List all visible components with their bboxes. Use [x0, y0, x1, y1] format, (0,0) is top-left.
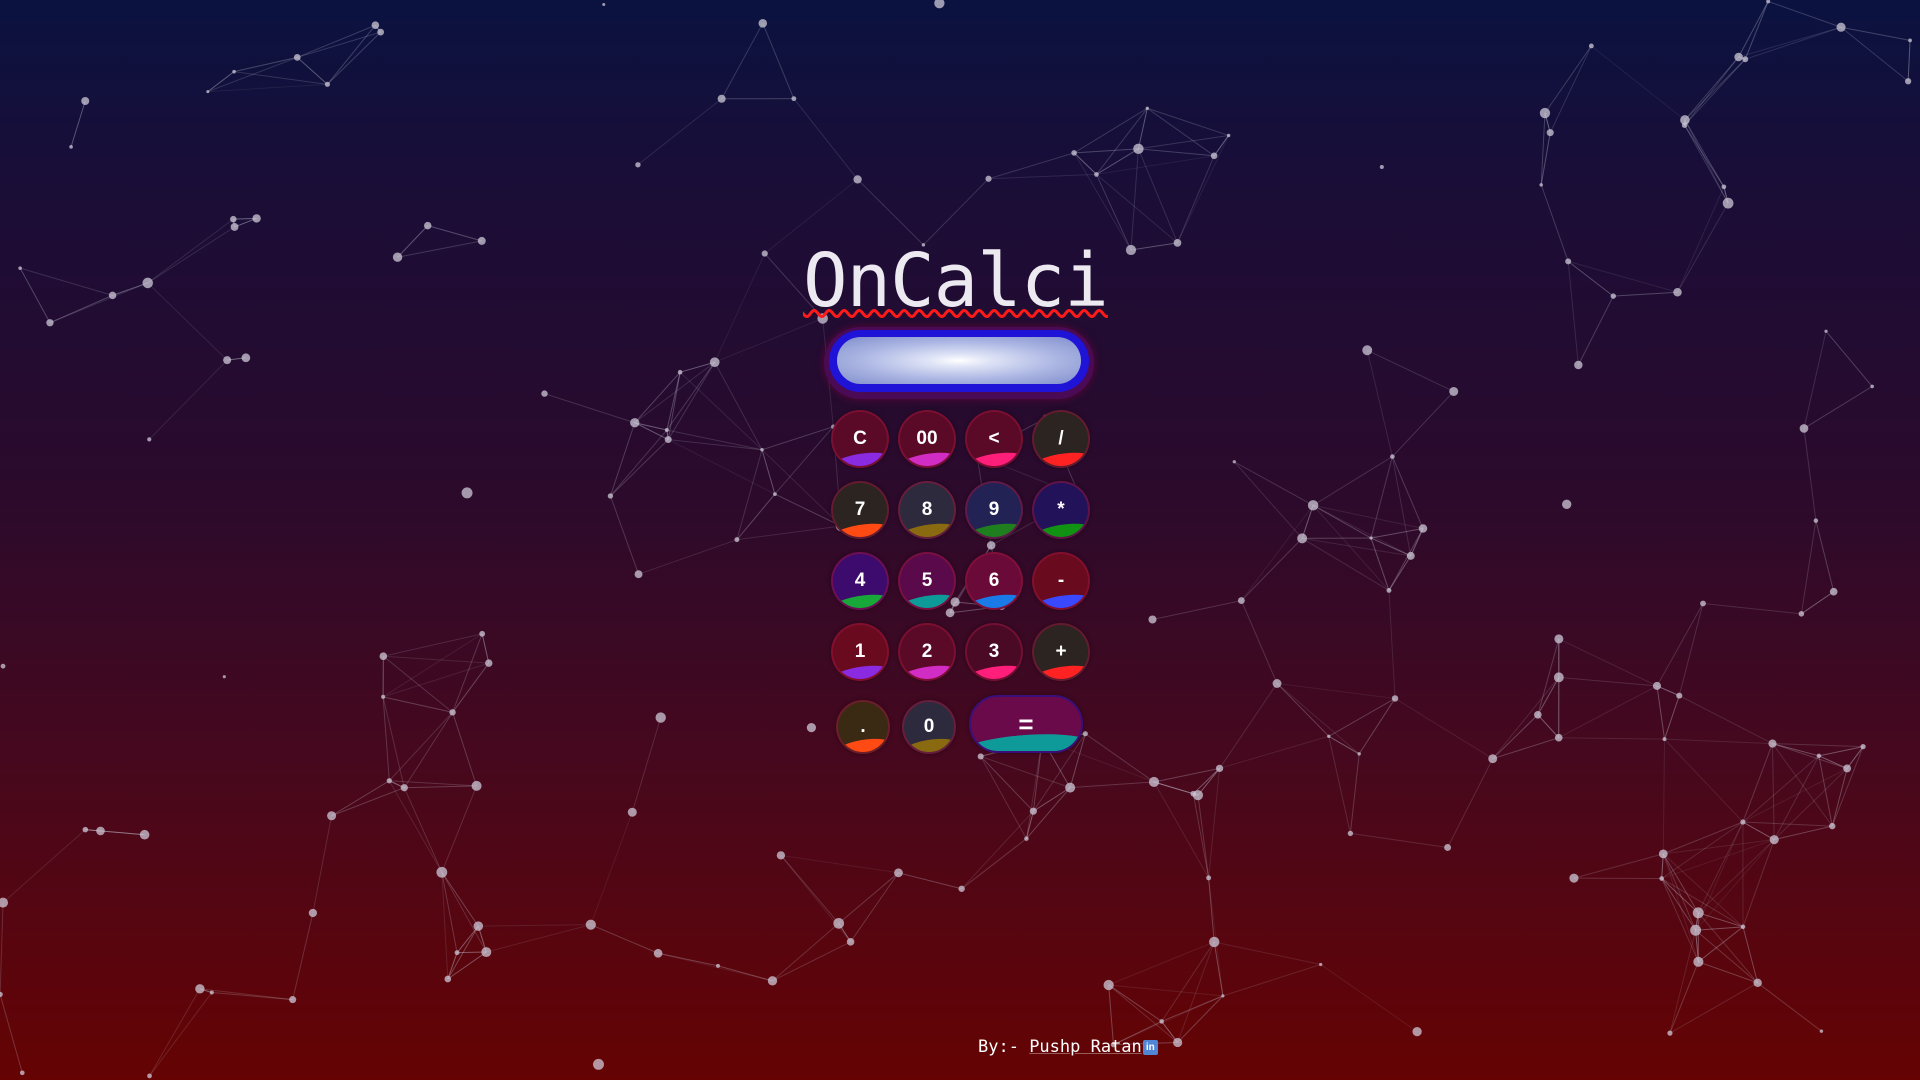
one-button[interactable]: 1 — [831, 623, 889, 681]
key-label: 4 — [854, 570, 866, 591]
eight-button[interactable]: 8 — [898, 481, 956, 539]
six-button[interactable]: 6 — [965, 552, 1023, 610]
seven-button[interactable]: 7 — [831, 481, 889, 539]
four-button[interactable]: 4 — [831, 552, 889, 610]
decimal-button[interactable]: . — [836, 700, 890, 754]
divide-button[interactable]: / — [1032, 410, 1090, 468]
display-input[interactable] — [837, 337, 1081, 384]
subtract-button[interactable]: - — [1032, 552, 1090, 610]
backspace-button[interactable]: < — [965, 410, 1023, 468]
key-label: 7 — [854, 499, 866, 520]
network-nodes — [0, 0, 1912, 1079]
app-title: OnCalci — [803, 238, 1109, 324]
add-button[interactable]: + — [1032, 623, 1090, 681]
key-label: 2 — [921, 641, 933, 662]
key-label: < — [988, 428, 1000, 449]
zero-button[interactable]: 0 — [902, 700, 956, 754]
key-label: 6 — [988, 570, 1000, 591]
key-label: 3 — [988, 641, 1000, 662]
key-label: 00 — [916, 428, 938, 449]
key-label: + — [1055, 641, 1067, 662]
five-button[interactable]: 5 — [898, 552, 956, 610]
linkedin-icon[interactable]: in — [1142, 1039, 1158, 1055]
key-label: . — [860, 716, 866, 737]
double-zero-button[interactable]: 00 — [898, 410, 956, 468]
two-button[interactable]: 2 — [898, 623, 956, 681]
key-label: / — [1058, 428, 1064, 449]
display-frame — [824, 327, 1094, 399]
network-links — [0, 0, 1911, 1077]
three-button[interactable]: 3 — [965, 623, 1023, 681]
key-label: * — [1057, 499, 1065, 520]
equals-button[interactable]: = — [969, 695, 1083, 753]
key-label: 1 — [854, 641, 866, 662]
key-label: 5 — [921, 570, 933, 591]
key-label: 9 — [988, 499, 1000, 520]
author-link[interactable]: Pushp Ratan — [1029, 1036, 1142, 1058]
key-label: = — [1018, 708, 1034, 739]
key-label: C — [853, 428, 867, 449]
clear-button[interactable]: C — [831, 410, 889, 468]
display-border — [829, 330, 1089, 392]
nine-button[interactable]: 9 — [965, 481, 1023, 539]
key-label: - — [1057, 570, 1065, 591]
key-label: 0 — [923, 716, 935, 737]
multiply-button[interactable]: * — [1032, 481, 1090, 539]
particle-network-background — [0, 0, 1912, 1079]
key-label: 8 — [921, 499, 933, 520]
credit-prefix: By:- — [978, 1037, 1030, 1057]
author-credit: By:- Pushp Ratan in — [978, 1036, 1158, 1058]
